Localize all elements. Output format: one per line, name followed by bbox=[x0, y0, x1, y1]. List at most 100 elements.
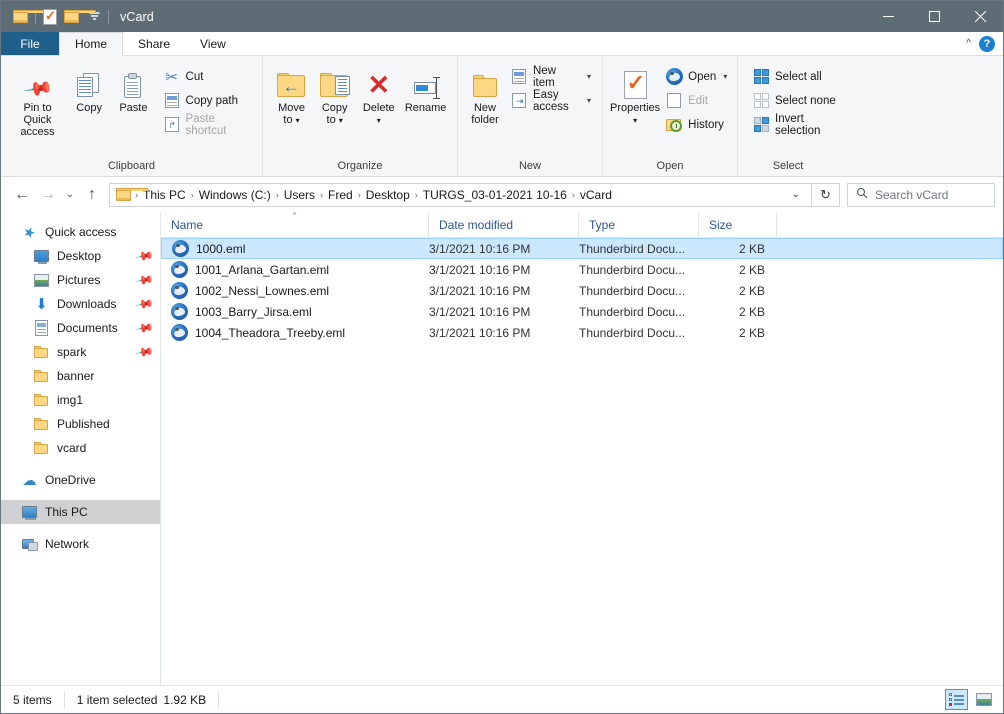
close-button[interactable] bbox=[957, 1, 1003, 32]
sidebar-item-this-pc[interactable]: This PC bbox=[1, 500, 160, 524]
new-item-button[interactable]: New item ▾ bbox=[507, 66, 595, 87]
breadcrumb[interactable]: › This PC › Windows (C:) › Users › Fred … bbox=[109, 183, 812, 207]
large-icons-view-button[interactable] bbox=[972, 689, 995, 710]
sidebar-item-label: Downloads bbox=[57, 297, 116, 311]
sidebar-item-desktop[interactable]: Desktop 📌 bbox=[1, 244, 160, 268]
breadcrumb-item-turgs[interactable]: TURGS_03-01-2021 10-16 bbox=[419, 188, 571, 202]
sidebar-item-label: spark bbox=[57, 345, 86, 359]
column-header-name[interactable]: ⌃ Name bbox=[161, 212, 429, 238]
sidebar-item-banner[interactable]: banner bbox=[1, 364, 160, 388]
table-row[interactable]: 1002_Nessi_Lownes.eml 3/1/2021 10:16 PM … bbox=[161, 280, 1003, 301]
breadcrumb-item-users[interactable]: Users bbox=[280, 188, 319, 202]
folder-icon[interactable] bbox=[61, 6, 83, 28]
sidebar-item-network[interactable]: Network bbox=[1, 532, 160, 556]
table-row[interactable]: 1003_Barry_Jirsa.eml 3/1/2021 10:16 PM T… bbox=[161, 301, 1003, 322]
ribbon-group-label: Open bbox=[603, 159, 737, 176]
help-icon[interactable]: ? bbox=[979, 36, 995, 52]
back-button[interactable]: ← bbox=[9, 182, 35, 208]
column-header-size[interactable]: Size bbox=[699, 212, 777, 238]
column-header-type[interactable]: Type bbox=[579, 212, 699, 238]
sidebar-item-downloads[interactable]: ⬇ Downloads 📌 bbox=[1, 292, 160, 316]
sidebar-item-published[interactable]: Published bbox=[1, 412, 160, 436]
up-button[interactable]: ↑ bbox=[79, 182, 105, 208]
this-pc-icon bbox=[21, 504, 38, 521]
customize-qat-icon[interactable] bbox=[83, 6, 105, 28]
minimize-button[interactable] bbox=[865, 1, 911, 32]
thumbnail-view-icon bbox=[976, 693, 992, 706]
breadcrumb-item-fred[interactable]: Fred bbox=[324, 188, 357, 202]
sidebar-item-img1[interactable]: img1 bbox=[1, 388, 160, 412]
ribbon-group-select: Select all Select none Invert selection … bbox=[738, 56, 863, 176]
pin-icon[interactable]: 📌 bbox=[134, 270, 154, 290]
pin-icon[interactable]: 📌 bbox=[134, 318, 154, 338]
sidebar-item-pictures[interactable]: Pictures 📌 bbox=[1, 268, 160, 292]
thunderbird-icon bbox=[171, 303, 188, 320]
pin-icon[interactable]: 📌 bbox=[134, 342, 154, 362]
select-none-button[interactable]: Select none bbox=[749, 90, 856, 111]
sidebar-item-spark[interactable]: spark 📌 bbox=[1, 340, 160, 364]
maximize-button[interactable] bbox=[911, 1, 957, 32]
select-all-button[interactable]: Select all bbox=[749, 66, 856, 87]
pin-icon[interactable]: 📌 bbox=[134, 246, 154, 266]
table-row[interactable]: 1001_Arlana_Gartan.eml 3/1/2021 10:16 PM… bbox=[161, 259, 1003, 280]
move-to-button[interactable]: ← Move to ▾ bbox=[270, 62, 313, 127]
desktop-icon bbox=[33, 248, 50, 265]
paste-button[interactable]: Paste bbox=[111, 62, 155, 114]
easy-access-button[interactable]: ⇥ Easy access ▾ bbox=[507, 90, 595, 111]
folder-icon bbox=[33, 368, 50, 385]
copy-path-button[interactable]: Copy path bbox=[160, 90, 255, 111]
sidebar-item-label: Pictures bbox=[57, 273, 100, 287]
sidebar-item-label: banner bbox=[57, 369, 94, 383]
pin-icon[interactable]: 📌 bbox=[134, 294, 154, 314]
onedrive-icon: ☁ bbox=[21, 472, 38, 489]
breadcrumb-item-desktop[interactable]: Desktop bbox=[362, 188, 414, 202]
sidebar-item-documents[interactable]: Documents 📌 bbox=[1, 316, 160, 340]
table-row[interactable]: 1004_Theadora_Treeby.eml 3/1/2021 10:16 … bbox=[161, 322, 1003, 343]
rename-button[interactable]: Rename bbox=[401, 62, 450, 114]
open-button[interactable]: Open ▾ bbox=[662, 66, 731, 87]
folder-icon[interactable] bbox=[10, 6, 32, 28]
sidebar-item-label: img1 bbox=[57, 393, 83, 407]
delete-button[interactable]: ✕ Delete ▾ bbox=[356, 62, 401, 127]
tab-file[interactable]: File bbox=[1, 32, 59, 55]
thunderbird-icon bbox=[172, 240, 189, 257]
copy-button[interactable]: Copy bbox=[67, 62, 111, 114]
cut-button[interactable]: ✂ Cut bbox=[160, 66, 255, 87]
history-button[interactable]: History bbox=[662, 114, 731, 135]
recent-locations-button[interactable]: ⌄ bbox=[61, 182, 79, 208]
ribbon-group-clipboard: 📌 Pin to Quick access Copy Paste bbox=[1, 56, 263, 176]
column-header-date-modified[interactable]: Date modified bbox=[429, 212, 579, 238]
copy-to-button[interactable]: Copy to ▾ bbox=[313, 62, 356, 127]
paste-shortcut-button[interactable]: ↱ Paste shortcut bbox=[160, 114, 255, 135]
size-cell: 2 KB bbox=[699, 284, 777, 298]
sidebar-item-onedrive[interactable]: ☁ OneDrive bbox=[1, 468, 160, 492]
sidebar-item-vcard[interactable]: vcard bbox=[1, 436, 160, 460]
collapse-ribbon-button[interactable]: ^ bbox=[966, 38, 971, 49]
divider bbox=[218, 692, 219, 708]
tab-home[interactable]: Home bbox=[59, 32, 123, 56]
table-row[interactable]: 1000.eml 3/1/2021 10:16 PM Thunderbird D… bbox=[161, 238, 1003, 259]
breadcrumb-item-vcard[interactable]: vCard bbox=[576, 188, 616, 202]
selection-count: 1 item selected bbox=[77, 693, 158, 707]
refresh-button[interactable]: ↻ bbox=[812, 183, 840, 207]
copy-icon bbox=[77, 65, 101, 99]
sidebar-item-label: Published bbox=[57, 417, 110, 431]
properties-button[interactable]: ✓ Properties ▾ bbox=[610, 62, 660, 127]
breadcrumb-item-windows-c[interactable]: Windows (C:) bbox=[195, 188, 275, 202]
sidebar-item-quick-access[interactable]: ★ Quick access bbox=[1, 220, 160, 244]
edit-button[interactable]: Edit bbox=[662, 90, 731, 111]
forward-button[interactable]: → bbox=[35, 182, 61, 208]
chevron-down-icon[interactable]: ⌄ bbox=[784, 189, 808, 200]
invert-selection-button[interactable]: Invert selection bbox=[749, 114, 856, 135]
size-cell: 2 KB bbox=[699, 242, 777, 256]
tab-view[interactable]: View bbox=[185, 32, 241, 55]
pin-to-quick-access-button[interactable]: 📌 Pin to Quick access bbox=[8, 62, 67, 138]
new-folder-button[interactable]: New folder bbox=[465, 62, 505, 126]
properties-icon[interactable] bbox=[39, 6, 61, 28]
tab-share[interactable]: Share bbox=[123, 32, 185, 55]
folder-icon bbox=[33, 416, 50, 433]
edit-icon bbox=[666, 93, 682, 109]
details-view-button[interactable] bbox=[945, 689, 968, 710]
search-input[interactable]: Search vCard bbox=[847, 183, 995, 207]
ribbon: 📌 Pin to Quick access Copy Paste bbox=[1, 56, 1003, 177]
